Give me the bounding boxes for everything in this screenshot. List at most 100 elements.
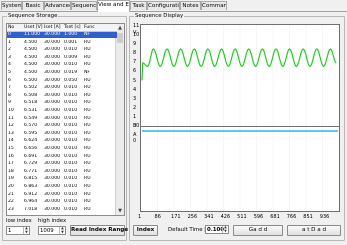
- table-row[interactable]: 13 6.595 30.000 0.010 RU: [7, 131, 117, 137]
- table-cell: 6.912: [24, 191, 38, 197]
- table-row[interactable]: 21 6.912 30.000 0.010 RU: [7, 192, 117, 198]
- tab-system[interactable]: System: [1, 1, 22, 10]
- table-cell: 23: [8, 206, 14, 212]
- table-row[interactable]: 9 6.518 30.000 0.010 RU: [7, 100, 117, 106]
- table-cell: 0: [8, 32, 11, 37]
- table-cell: 0.010: [64, 115, 78, 121]
- column-header[interactable]: Tset [s]: [64, 24, 83, 31]
- low-index-value: 1: [8, 228, 12, 234]
- table-cell: 10: [8, 108, 14, 113]
- current-chart: [140, 126, 340, 212]
- table-cell: 4.500: [24, 47, 38, 53]
- table-row[interactable]: 8 6.508 30.000 0.010 RU: [7, 93, 117, 99]
- tab-advanced[interactable]: Advanced: [44, 1, 71, 10]
- table-cell: 0.010: [64, 176, 78, 182]
- scroll-down-icon[interactable]: ▼: [116, 207, 124, 215]
- table-cell: 30.000: [44, 32, 61, 37]
- table-row[interactable]: 15 6.656 30.000 0.010 RU: [7, 146, 117, 152]
- table-cell: 11.000: [24, 32, 41, 37]
- table-row[interactable]: 23 7.018 30.000 0.010 RU: [7, 207, 117, 213]
- table-cell: 1: [8, 39, 11, 45]
- table-row[interactable]: 12 6.570 30.000 0.010 RU: [7, 123, 117, 129]
- voltage-tick-label: 5: [133, 77, 137, 84]
- tab-notes[interactable]: Notes: [180, 1, 201, 10]
- voltage-tick-label: 9: [133, 41, 137, 48]
- scroll-thumb[interactable]: [117, 33, 123, 43]
- read-index-range-button[interactable]: Read Index Range: [70, 225, 128, 236]
- table-row[interactable]: 4 4.500 30.000 0.010 RU: [7, 62, 117, 68]
- low-index-input[interactable]: 1 ▲ ▼: [6, 226, 30, 235]
- table-cell: 30.000: [44, 100, 61, 106]
- column-header[interactable]: No: [8, 24, 23, 31]
- table-row[interactable]: 5 4.500 30.000 0.019 NF: [7, 70, 117, 76]
- table-cell: 0.010: [64, 161, 78, 167]
- table-cell: 18: [8, 168, 14, 174]
- column-header[interactable]: Iset [A]: [44, 24, 63, 31]
- high-index-stepper-icon[interactable]: ▲ ▼: [59, 226, 65, 234]
- voltage-chart: [140, 24, 340, 127]
- table-cell: RU: [84, 47, 91, 53]
- column-header[interactable]: Uset [V]: [24, 24, 43, 31]
- table-row[interactable]: 3 4.500 30.000 0.009 RU: [7, 55, 117, 61]
- table-cell: 0.001: [64, 39, 78, 45]
- index-tick-label: 1: [138, 214, 142, 220]
- voltage-tick-label: 2: [133, 104, 137, 111]
- low-index-stepper-icon[interactable]: ▲ ▼: [23, 226, 29, 234]
- tab-view-and-edit[interactable]: View and Edit: [97, 0, 130, 12]
- table-row[interactable]: 18 6.771 30.000 0.010 RU: [7, 169, 117, 175]
- table-cell: 0.010: [64, 191, 78, 197]
- column-header[interactable]: Func: [84, 24, 99, 31]
- table-cell: 30.000: [44, 47, 61, 53]
- table-cell: 0.010: [64, 108, 78, 113]
- table-cell: 8: [8, 92, 11, 98]
- sequence-table[interactable]: ▲ ▼ No Uset [V] Iset [A] Tset [s] Func 0 11.00…: [6, 23, 125, 216]
- table-row[interactable]: 2 4.500 30.000 0.010 RU: [7, 47, 117, 53]
- index-tick-label: 851: [303, 214, 313, 220]
- table-cell: RU: [84, 85, 91, 91]
- index-button[interactable]: Index: [133, 225, 158, 236]
- table-cell: RU: [84, 54, 91, 60]
- table-cell: RU: [84, 153, 91, 159]
- index-tick-label: 511: [237, 214, 247, 220]
- garbled-button-2[interactable]: a t D a d: [287, 225, 341, 236]
- tab-sequence[interactable]: Sequence: [71, 1, 97, 10]
- table-cell: NF: [84, 70, 91, 75]
- table-row[interactable]: 14 6.624 30.000 0.010 RU: [7, 138, 117, 144]
- table-cell: 6.595: [24, 130, 38, 136]
- voltage-tick-label: 6: [133, 68, 137, 75]
- table-cell: 0.009: [64, 54, 78, 60]
- table-cell: 30.000: [44, 77, 61, 83]
- tab-configuration[interactable]: Configuration: [147, 1, 180, 10]
- voltage-tick-label: 7: [133, 59, 137, 66]
- tab-basic[interactable]: Basic: [22, 1, 44, 10]
- table-cell: RU: [84, 138, 91, 144]
- table-cell: 6.549: [24, 115, 38, 121]
- scroll-up-icon[interactable]: ▲: [116, 24, 124, 32]
- table-cell: 30.000: [44, 108, 61, 113]
- table-row[interactable]: 20 6.863 30.000 0.010 RU: [7, 184, 117, 190]
- table-cell: 16: [8, 153, 14, 159]
- table-row[interactable]: 10 6.531 30.000 0.010 RU: [7, 108, 117, 114]
- table-row[interactable]: 22 6.964 30.000 0.010 RU: [7, 199, 117, 205]
- table-row[interactable]: 17 6.729 30.000 0.010 RU: [7, 161, 117, 167]
- table-row[interactable]: 1 4.500 30.000 0.001 RU: [7, 40, 117, 46]
- tab-task[interactable]: Task: [130, 1, 147, 10]
- default-time-stepper-icon[interactable]: ▲ ▼: [222, 225, 228, 233]
- table-cell: 6.570: [24, 123, 38, 129]
- table-cell: 30.000: [44, 199, 61, 205]
- table-cell: 22: [8, 199, 14, 205]
- high-index-input[interactable]: 1009 ▲ ▼: [38, 226, 66, 235]
- table-cell: 30.000: [44, 176, 61, 182]
- garbled-button-1[interactable]: Ga d d: [233, 225, 283, 236]
- default-time-input[interactable]: 0.100 ▲ ▼: [205, 225, 229, 234]
- table-cell: RU: [84, 108, 91, 113]
- table-row[interactable]: 6 6.500 30.000 0.050 RU: [7, 78, 117, 84]
- table-row[interactable]: 19 6.815 30.000 0.010 RU: [7, 176, 117, 182]
- table-row[interactable]: 0 11.000 30.000 1.000 NF: [7, 32, 117, 38]
- tab-command[interactable]: Command: [201, 1, 227, 10]
- table-cell: 0.010: [64, 130, 78, 136]
- table-row[interactable]: 7 6.502 30.000 0.010 RU: [7, 85, 117, 91]
- table-cell: 0.010: [64, 146, 78, 151]
- table-row[interactable]: 11 6.549 30.000 0.010 RU: [7, 116, 117, 122]
- table-row[interactable]: 16 6.691 30.000 0.010 RU: [7, 154, 117, 160]
